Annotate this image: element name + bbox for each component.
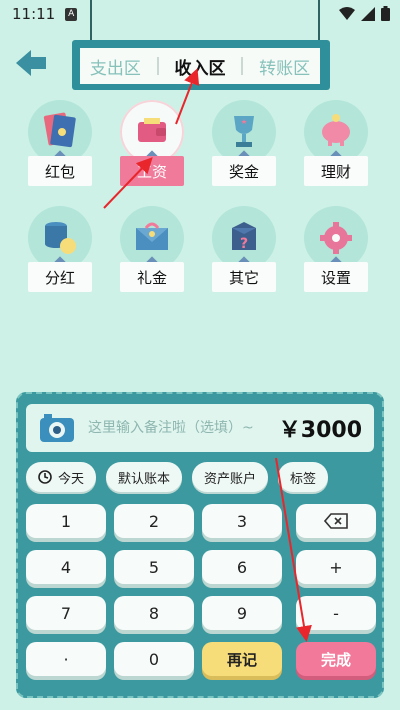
category-gift-money[interactable]: 礼金 <box>112 206 192 302</box>
category-label: 礼金 <box>120 262 184 292</box>
tab-divider <box>241 57 244 75</box>
tag-chip-label: 标签 <box>290 471 317 487</box>
category-settings[interactable]: 设置 <box>296 206 376 302</box>
key-9[interactable]: 9 <box>202 596 282 630</box>
wallet-icon <box>138 118 166 142</box>
option-chips: 今天 默认账本 资产账户 标签 <box>26 462 329 492</box>
tab-income[interactable]: 收入区 <box>170 54 229 79</box>
key-5[interactable]: 5 <box>114 550 194 584</box>
category-label: 理财 <box>304 156 368 186</box>
key-7[interactable]: 7 <box>26 596 106 630</box>
note-field: ￥3000 <box>26 404 374 452</box>
category-label: 红包 <box>28 156 92 186</box>
key-minus[interactable]: - <box>296 596 376 630</box>
battery-icon <box>381 6 390 21</box>
done-button[interactable]: 完成 <box>296 642 376 676</box>
tab-transfer[interactable]: 转账区 <box>255 54 314 79</box>
ledger-chip[interactable]: 默认账本 <box>106 462 183 492</box>
note-input[interactable] <box>88 420 288 436</box>
signal-icon <box>361 6 375 21</box>
key-dot[interactable]: · <box>26 642 106 676</box>
record-again-button[interactable]: 再记 <box>202 642 282 676</box>
account-chip-label: 资产账户 <box>204 471 257 487</box>
back-arrow-icon[interactable] <box>14 46 48 80</box>
svg-text:?: ? <box>240 236 248 252</box>
category-salary[interactable]: 工资 <box>112 100 192 196</box>
header: 支出区 收入区 转账区 <box>0 34 400 94</box>
wifi-icon <box>339 6 355 20</box>
key-3[interactable]: 3 <box>202 504 282 538</box>
category-label: 分红 <box>28 262 92 292</box>
category-bonus[interactable]: 奖金 <box>204 100 284 196</box>
tab-divider <box>156 57 159 75</box>
status-time: 11:11 <box>12 5 56 23</box>
tab-bar: 支出区 收入区 转账区 <box>80 48 320 84</box>
key-8[interactable]: 8 <box>114 596 194 630</box>
coins-icon <box>45 222 76 254</box>
question-box-icon: ? <box>232 222 256 252</box>
status-icons <box>339 6 390 21</box>
gift-envelope-icon <box>136 222 168 250</box>
backspace-button[interactable] <box>296 504 376 538</box>
category-label: 其它 <box>212 262 276 292</box>
notification-icon: A <box>65 7 78 21</box>
category-label: 设置 <box>304 262 368 292</box>
key-plus[interactable]: + <box>296 550 376 584</box>
account-chip[interactable]: 资产账户 <box>192 462 269 492</box>
tab-expense[interactable]: 支出区 <box>86 54 145 79</box>
category-wealth[interactable]: 理财 <box>296 100 376 196</box>
key-0[interactable]: 0 <box>114 642 194 676</box>
key-1[interactable]: 1 <box>26 504 106 538</box>
red-envelope-icon <box>43 112 76 148</box>
trophy-icon <box>234 116 254 147</box>
tag-chip[interactable]: 标签 <box>278 462 329 492</box>
amount-display: ￥3000 <box>278 418 362 443</box>
key-2[interactable]: 2 <box>114 504 194 538</box>
key-4[interactable]: 4 <box>26 550 106 584</box>
backspace-icon <box>324 513 348 529</box>
camera-icon[interactable] <box>40 414 74 442</box>
date-chip[interactable]: 今天 <box>26 462 97 492</box>
status-bar: 11:11 A <box>0 0 400 28</box>
category-label: 工资 <box>120 156 184 186</box>
category-other[interactable]: ? 其它 <box>204 206 284 302</box>
key-6[interactable]: 6 <box>202 550 282 584</box>
date-chip-label: 今天 <box>58 471 85 487</box>
piggy-bank-icon <box>322 114 350 146</box>
clock-icon <box>38 470 52 484</box>
entry-panel: ￥3000 今天 默认账本 资产账户 标签 1 2 3 4 5 6 + 7 <box>16 392 384 698</box>
category-label: 奖金 <box>212 156 276 186</box>
category-red-envelope[interactable]: 红包 <box>20 100 100 196</box>
category-dividend[interactable]: 分红 <box>20 206 100 302</box>
gear-icon <box>320 222 352 254</box>
ledger-chip-label: 默认账本 <box>118 471 171 487</box>
